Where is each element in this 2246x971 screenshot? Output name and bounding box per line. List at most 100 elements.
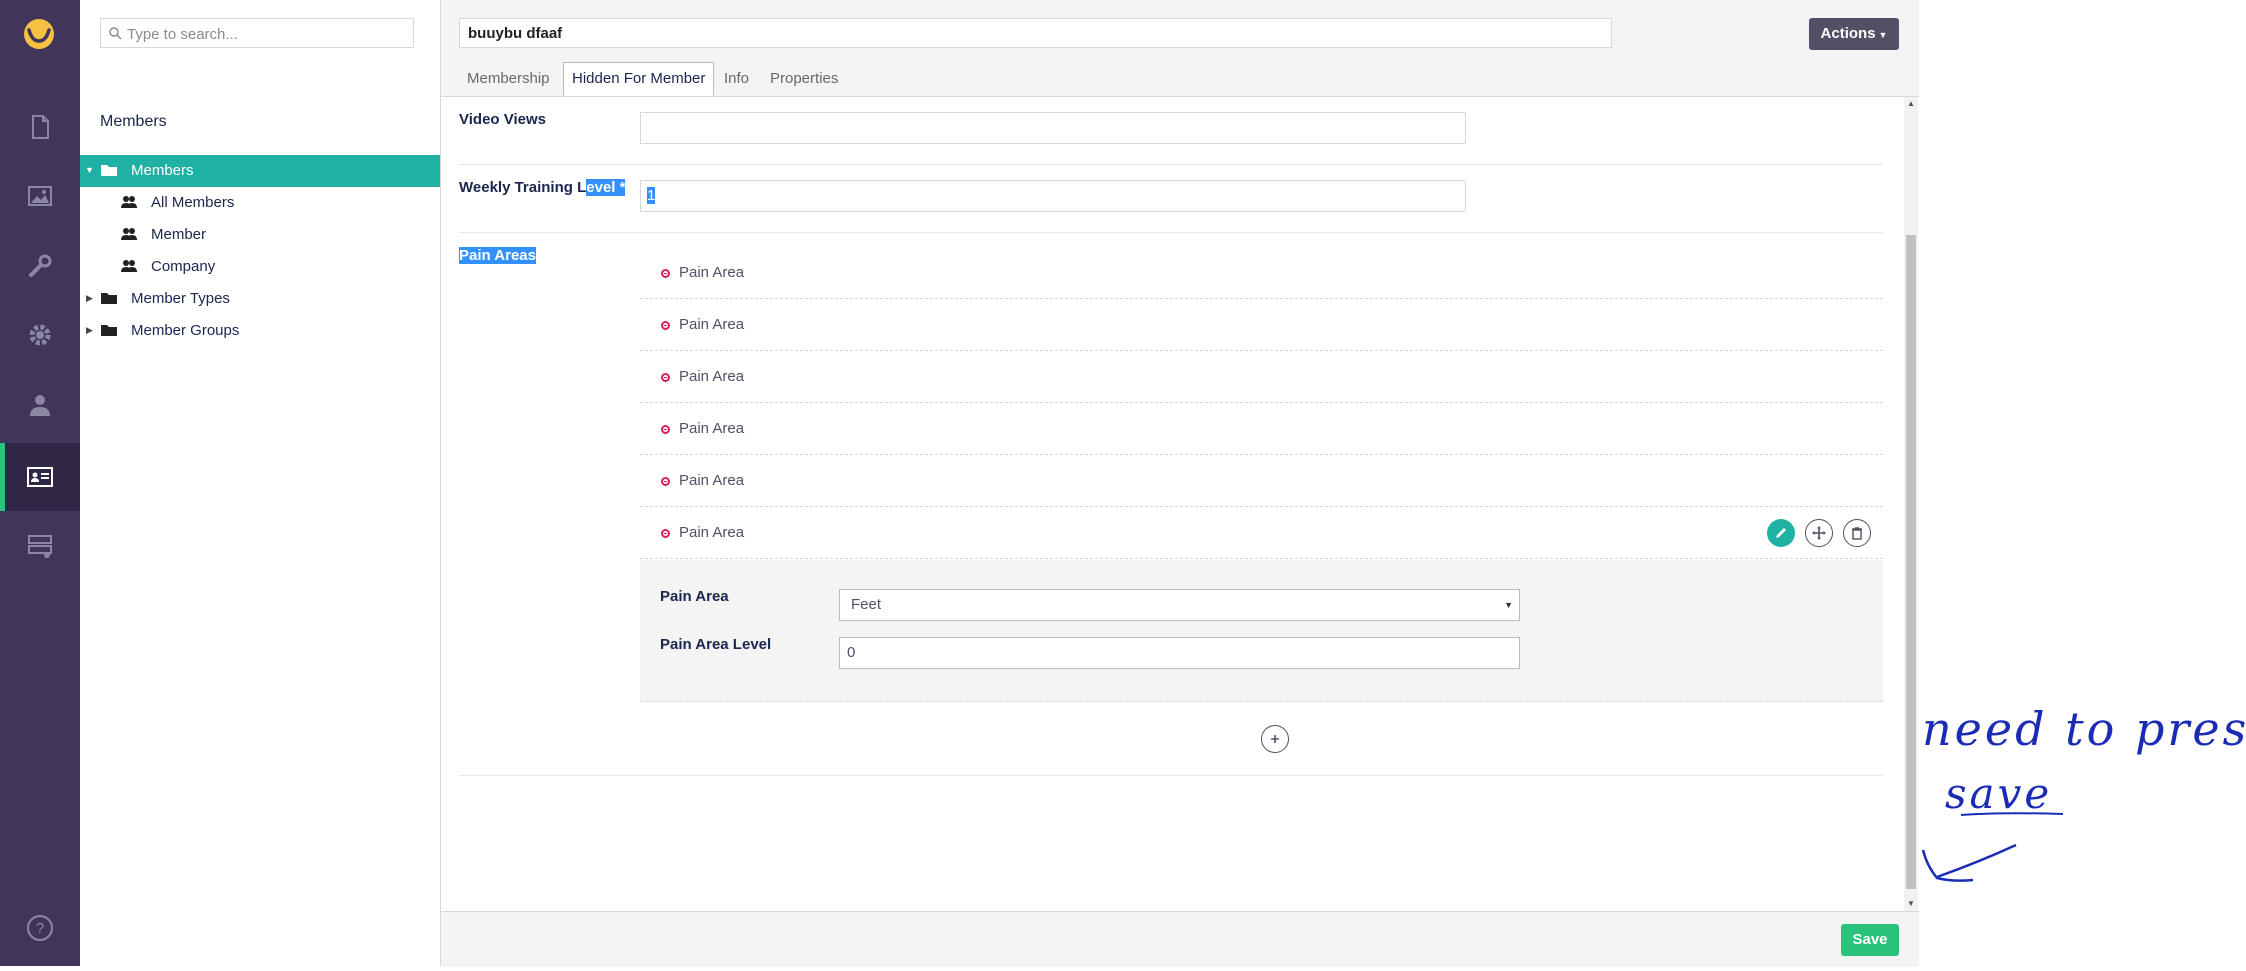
weekly-training-level-label: Weekly Training Level * bbox=[459, 179, 626, 196]
move-item-button[interactable] bbox=[1805, 519, 1833, 547]
member-card-icon bbox=[27, 467, 53, 487]
plus-icon bbox=[1271, 735, 1279, 743]
video-views-input[interactable] bbox=[640, 112, 1466, 144]
caret-down-icon[interactable]: ▼ bbox=[85, 165, 94, 175]
divider bbox=[459, 232, 1883, 233]
pain-area-item[interactable]: Pain Area bbox=[640, 247, 1883, 299]
member-tree-panel: Members ▼ Members All Members Member Com… bbox=[80, 0, 441, 966]
tree-node-label: Member Types bbox=[131, 290, 230, 307]
editor-content: Video Views Weekly Training Level * 1 Pa… bbox=[441, 97, 1919, 911]
tree-node-members[interactable]: ▼ Members bbox=[80, 155, 440, 187]
tree-node-label: Member Groups bbox=[131, 322, 240, 339]
scroll-down-icon[interactable]: ▼ bbox=[1907, 899, 1915, 908]
validation-error-icon bbox=[661, 529, 670, 538]
label-text-selected: evel * bbox=[586, 179, 626, 196]
settings-section-button[interactable] bbox=[0, 232, 80, 300]
tab-membership[interactable]: Membership bbox=[459, 63, 558, 95]
tree-search[interactable] bbox=[100, 18, 414, 49]
divider bbox=[459, 164, 1883, 165]
pain-area-field-label: Pain Area bbox=[660, 588, 729, 605]
user-icon bbox=[30, 395, 50, 416]
tree-node-member[interactable]: Member bbox=[80, 219, 440, 251]
validation-error-icon bbox=[661, 373, 670, 382]
annotation-line1: need to press bbox=[1922, 702, 2246, 756]
dropdown-arrow-icon: ▼ bbox=[1504, 600, 1513, 610]
label-text-selected: Pain Areas bbox=[459, 247, 536, 264]
media-section-button[interactable] bbox=[0, 162, 80, 230]
forms-icon bbox=[28, 535, 52, 558]
tree-node-member-types[interactable]: ▶ Member Types bbox=[80, 283, 440, 315]
divider bbox=[459, 775, 1883, 776]
select-value: Feet bbox=[851, 596, 882, 613]
users-section-button[interactable] bbox=[0, 371, 80, 439]
edit-item-button[interactable] bbox=[1767, 519, 1795, 547]
pain-area-item-label: Pain Area bbox=[679, 420, 745, 437]
label-text: Weekly Training L bbox=[459, 179, 587, 196]
tree-node-label: Company bbox=[151, 258, 216, 275]
move-icon bbox=[1812, 526, 1826, 540]
umbraco-logo-icon[interactable] bbox=[22, 17, 56, 51]
pain-area-item-active[interactable]: Pain Area bbox=[640, 507, 1883, 559]
pencil-icon bbox=[1776, 528, 1786, 538]
pain-areas-label: Pain Areas bbox=[459, 247, 536, 264]
member-group-icon bbox=[121, 228, 137, 240]
caret-right-icon[interactable]: ▶ bbox=[86, 325, 93, 336]
member-editor: Actions▼ Membership Hidden For Member In… bbox=[441, 0, 1919, 967]
pain-area-item[interactable]: Pain Area bbox=[640, 403, 1883, 455]
member-name-input[interactable] bbox=[459, 18, 1612, 48]
pain-area-level-label: Pain Area Level bbox=[660, 636, 772, 653]
tree-node-member-groups[interactable]: ▶ Member Groups bbox=[80, 315, 440, 347]
validation-error-icon bbox=[661, 321, 670, 330]
pain-area-item-label: Pain Area bbox=[679, 524, 745, 541]
forms-section-button[interactable] bbox=[0, 512, 80, 580]
tree-node-label: All Members bbox=[151, 194, 235, 211]
save-button[interactable]: Save bbox=[1841, 924, 1899, 956]
validation-error-icon bbox=[661, 477, 670, 486]
pain-area-select[interactable]: Feet ▼ bbox=[839, 589, 1520, 621]
tab-properties[interactable]: Properties bbox=[762, 63, 846, 95]
editor-footer: Save bbox=[441, 911, 1919, 967]
tab-hidden-for-member[interactable]: Hidden For Member bbox=[563, 62, 715, 96]
validation-error-icon bbox=[661, 425, 670, 434]
tree-node-all-members[interactable]: All Members bbox=[80, 187, 440, 219]
delete-item-button[interactable] bbox=[1843, 519, 1871, 547]
content-scrollbar[interactable]: ▲ ▼ bbox=[1904, 97, 1918, 911]
folder-open-icon bbox=[101, 165, 117, 176]
folder-icon bbox=[101, 325, 117, 336]
developer-section-button[interactable] bbox=[0, 301, 80, 369]
pain-area-item-label: Pain Area bbox=[679, 472, 745, 489]
members-section-button[interactable] bbox=[0, 443, 80, 511]
image-icon bbox=[28, 186, 52, 206]
scroll-up-icon[interactable]: ▲ bbox=[1907, 99, 1915, 108]
content-section-button[interactable] bbox=[0, 93, 80, 161]
help-icon[interactable]: ? bbox=[25, 913, 55, 943]
trash-icon bbox=[1852, 527, 1862, 540]
video-views-label: Video Views bbox=[459, 111, 546, 128]
scrollbar-thumb[interactable] bbox=[1906, 235, 1916, 889]
caret-down-icon: ▼ bbox=[1878, 30, 1888, 40]
tree-title: Members bbox=[100, 113, 167, 130]
member-group-icon bbox=[121, 196, 137, 208]
folder-icon bbox=[101, 293, 117, 304]
pain-area-item[interactable]: Pain Area bbox=[640, 351, 1883, 403]
annotation-drawing: need to press save bbox=[1921, 702, 2246, 882]
tab-info[interactable]: Info bbox=[716, 63, 757, 95]
input-value-selected: 1 bbox=[647, 187, 656, 204]
editor-header: Actions▼ Membership Hidden For Member In… bbox=[441, 0, 1919, 97]
pain-area-subform: Pain Area Feet ▼ Pain Area Level 0 bbox=[640, 560, 1883, 702]
tree-node-company[interactable]: Company bbox=[80, 251, 440, 283]
pain-area-item[interactable]: Pain Area bbox=[640, 299, 1883, 351]
tree-search-input[interactable] bbox=[125, 19, 409, 49]
gear-icon bbox=[29, 324, 51, 346]
document-icon bbox=[32, 115, 49, 139]
member-group-icon bbox=[121, 260, 137, 272]
add-pain-area-button[interactable] bbox=[1261, 725, 1289, 753]
wrench-icon bbox=[29, 254, 52, 277]
caret-right-icon[interactable]: ▶ bbox=[86, 293, 93, 304]
annotation-line2: save bbox=[1945, 769, 2052, 818]
actions-button[interactable]: Actions ▼ bbox=[1809, 18, 1899, 50]
actions-label: Actions bbox=[1820, 25, 1876, 42]
pain-area-level-input[interactable]: 0 bbox=[839, 637, 1520, 669]
weekly-training-level-input[interactable]: 1 bbox=[640, 180, 1466, 212]
pain-area-item[interactable]: Pain Area bbox=[640, 455, 1883, 507]
